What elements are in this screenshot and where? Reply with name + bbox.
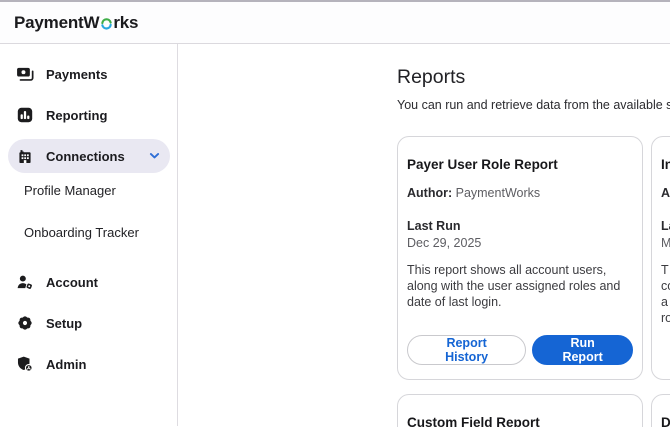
report-card-actions: Report History Run Report: [407, 335, 633, 365]
description-line: date of last login.: [407, 295, 502, 309]
report-author-row: Author: PaymentWorks: [407, 186, 633, 200]
report-description: T co a ro: [661, 262, 670, 326]
sidebar-item-connections[interactable]: Connections: [8, 139, 170, 173]
reports-row-2: Custom Field Report D: [397, 394, 670, 427]
paymentworks-logo[interactable]: PaymentW rks: [14, 13, 138, 33]
sidebar-item-setup[interactable]: Setup: [8, 306, 170, 340]
sidebar-subitem-label: Onboarding Tracker: [24, 224, 139, 240]
author-label: A: [661, 186, 670, 200]
sidebar-item-account[interactable]: Account: [8, 265, 170, 299]
logo-swirl-o-icon: [101, 18, 112, 30]
logo-text-suffix: rks: [113, 12, 139, 32]
admin-icon: [16, 355, 34, 373]
reporting-icon: [16, 106, 34, 124]
report-author-row: A: [661, 186, 670, 200]
last-run-value: Dec 29, 2025: [407, 236, 482, 250]
description-line: T: [661, 263, 669, 277]
report-card-clipped-right: In A La M T co a ro: [651, 136, 670, 380]
description-line: ro: [661, 311, 670, 325]
chevron-down-icon[interactable]: [149, 152, 160, 160]
report-history-button[interactable]: Report History: [407, 335, 527, 365]
setup-icon: [16, 314, 34, 332]
page-subtitle: You can run and retrieve data from the a…: [397, 98, 670, 112]
author-value: PaymentWorks: [455, 186, 541, 200]
description-line: This report shows all account users,: [407, 263, 607, 277]
sidebar-nav: Payments Reporting Connections Profile M…: [0, 44, 178, 426]
sidebar-item-label: Connections: [46, 148, 125, 164]
report-card-custom-field: Custom Field Report: [397, 394, 643, 427]
report-description: This report shows all account users, alo…: [407, 262, 633, 310]
report-card-title: D: [661, 415, 670, 427]
author-label: Author:: [407, 186, 453, 200]
run-report-button[interactable]: Run Report: [532, 335, 633, 365]
last-run-label: La: [661, 219, 670, 233]
connections-icon: [16, 147, 34, 165]
app-header: PaymentW rks: [0, 2, 670, 44]
last-run-value: M: [661, 236, 670, 250]
sidebar-item-label: Reporting: [46, 107, 108, 123]
sidebar-subitem-label: Profile Manager: [24, 182, 116, 198]
report-card-payer-user-role: Payer User Role Report Author: PaymentWo…: [397, 136, 643, 380]
sidebar-item-onboarding-tracker[interactable]: Onboarding Tracker: [0, 217, 177, 247]
sidebar-item-label: Account: [46, 274, 98, 290]
payments-icon: [16, 65, 34, 83]
report-card-title: Custom Field Report: [407, 415, 540, 427]
sidebar-item-profile-manager[interactable]: Profile Manager: [0, 175, 177, 205]
page-title: Reports: [397, 66, 466, 88]
sidebar-item-label: Setup: [46, 315, 83, 331]
account-icon: [16, 273, 34, 291]
description-line: along with the user assigned roles and: [407, 279, 621, 293]
sidebar-item-label: Payments: [46, 66, 108, 82]
report-card-title: In: [661, 157, 670, 172]
last-run-label: Last Run: [407, 219, 461, 233]
reports-row-1: Payer User Role Report Author: PaymentWo…: [397, 136, 670, 380]
report-card-title: Payer User Role Report: [407, 157, 558, 172]
sidebar-item-label: Admin: [46, 356, 87, 372]
main-content: Reports You can run and retrieve data fr…: [178, 44, 670, 427]
sidebar-item-reporting[interactable]: Reporting: [8, 98, 170, 132]
sidebar-item-payments[interactable]: Payments: [8, 57, 170, 91]
sidebar-item-admin[interactable]: Admin: [8, 347, 170, 381]
logo-text-prefix: PaymentW: [14, 12, 100, 32]
description-line: co: [661, 279, 670, 293]
description-line: a: [661, 295, 668, 309]
report-card-clipped-bottom-right: D: [651, 394, 670, 427]
